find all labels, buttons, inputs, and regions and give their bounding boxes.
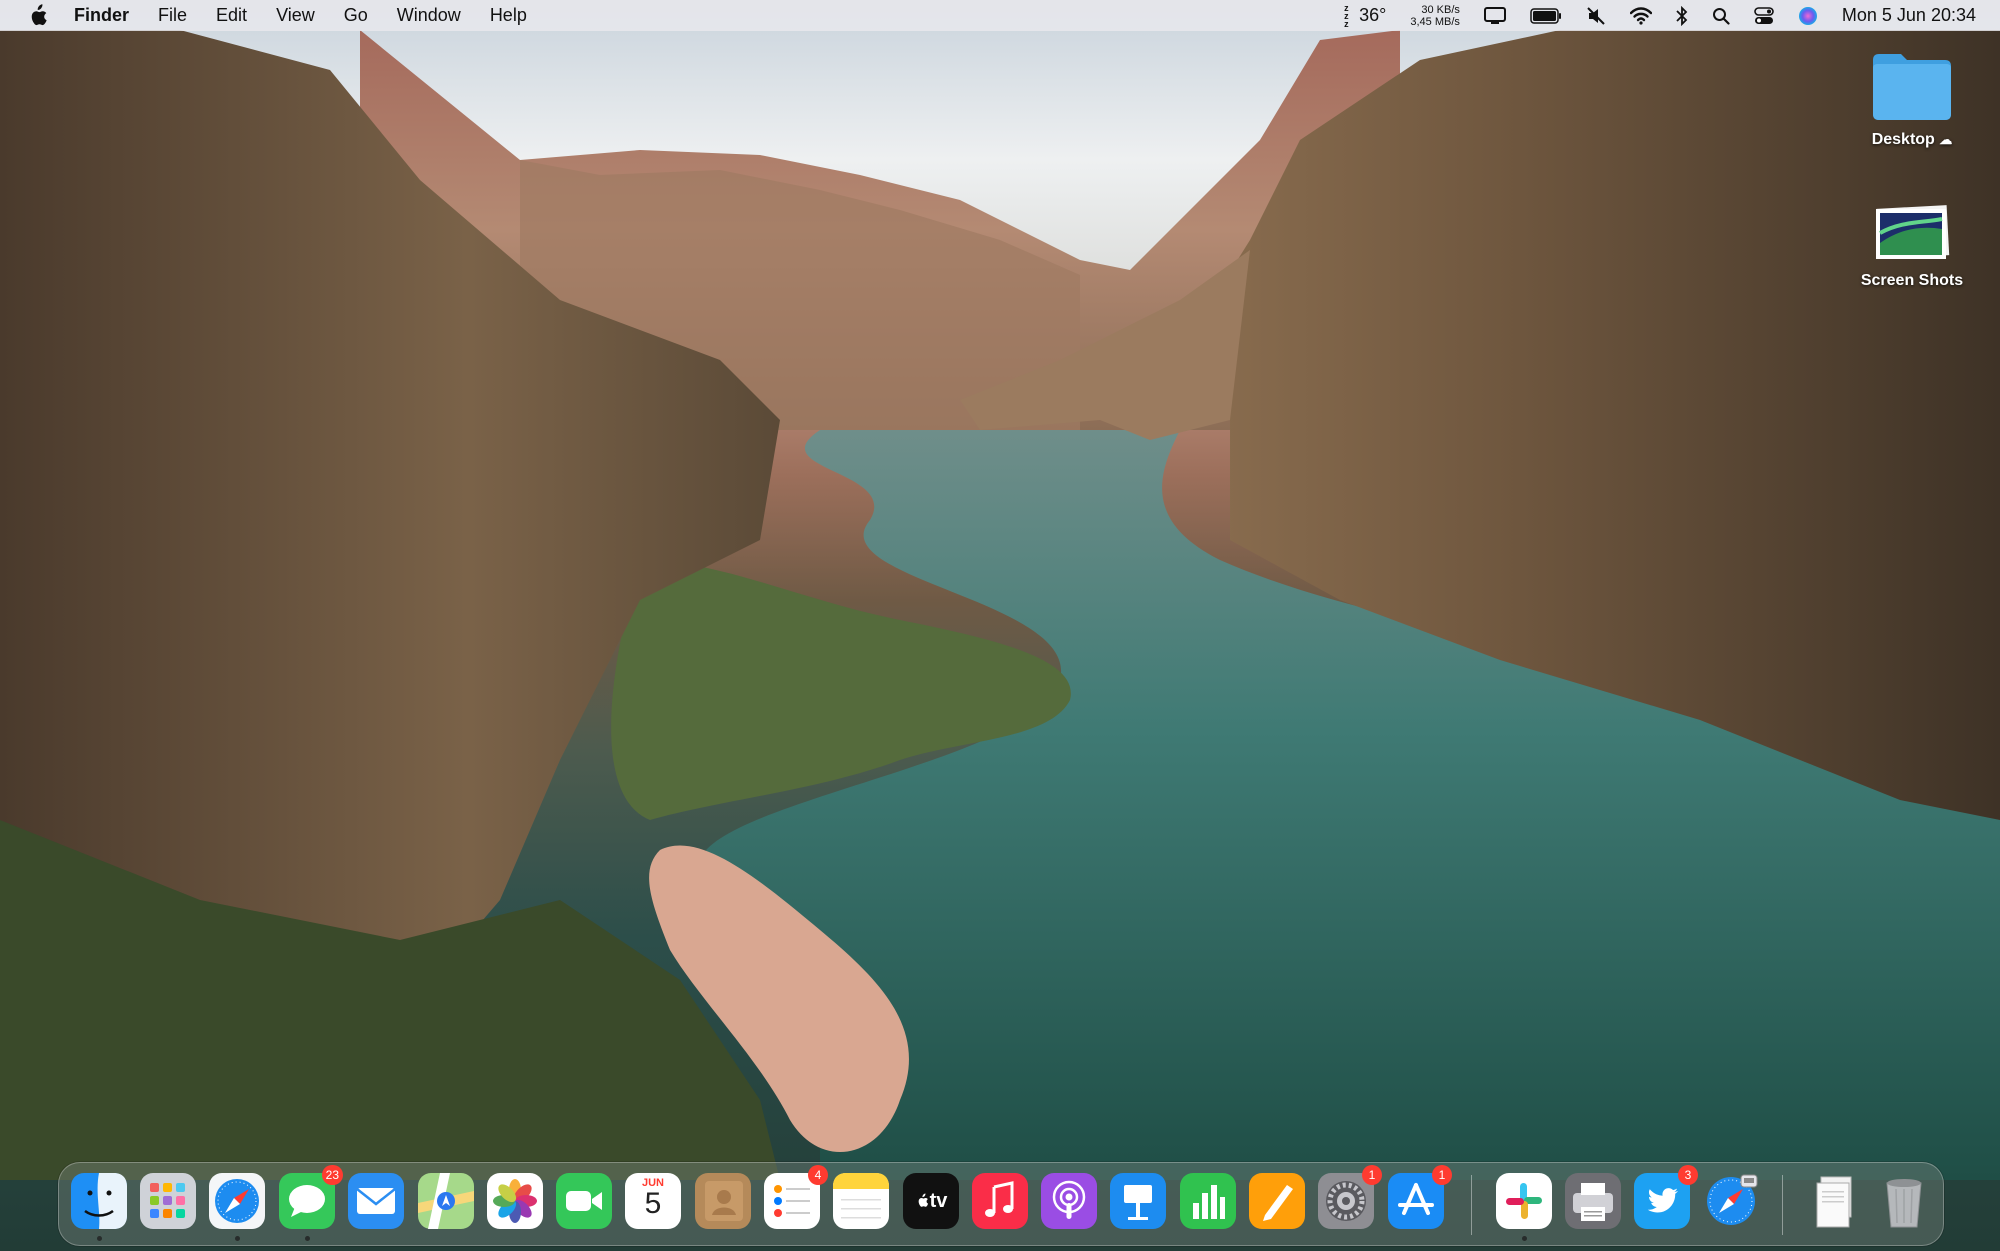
running-indicator [97, 1236, 102, 1241]
dock-maps[interactable] [418, 1173, 474, 1229]
menu-window[interactable]: Window [397, 5, 461, 26]
launchpad-icon [140, 1173, 196, 1229]
desktop-item-label: Desktop ☁ [1871, 131, 1953, 148]
net-download-speed: 3,45 MB/s [1410, 15, 1460, 28]
menu-clock[interactable]: Mon 5 Jun 20:34 [1842, 5, 1976, 26]
dock-mail[interactable] [348, 1173, 404, 1229]
music-icon [972, 1173, 1028, 1229]
podcasts-icon [1041, 1173, 1097, 1229]
menu-view[interactable]: View [276, 5, 315, 26]
dock-tv[interactable]: tv [903, 1173, 959, 1229]
desktop-wallpaper [0, 0, 2000, 1251]
running-indicator [305, 1236, 310, 1241]
image-thumbnail-icon [1876, 205, 1950, 259]
menu-bar: Finder File Edit View Go Window Help zzz… [0, 0, 2000, 31]
dock-podcasts[interactable] [1041, 1173, 1097, 1229]
dock-music[interactable] [972, 1173, 1028, 1229]
net-upload-speed: 30 KB/s [1421, 3, 1460, 16]
menu-file[interactable]: File [158, 5, 187, 26]
notification-badge: 3 [1678, 1165, 1698, 1185]
canyon-landscape [0, 0, 2000, 1180]
sound-muted-icon[interactable] [1586, 6, 1606, 26]
desktop-item-screen-shots[interactable]: Screen Shots [1847, 203, 1977, 290]
dock-slack[interactable] [1496, 1173, 1552, 1229]
dock-keynote[interactable] [1110, 1173, 1166, 1229]
safari-webapp-icon [1707, 1174, 1758, 1225]
siri-icon[interactable] [1798, 6, 1818, 26]
dock-numbers[interactable] [1180, 1173, 1236, 1229]
photos-icon [487, 1173, 543, 1229]
calendar-icon: JUN 5 [625, 1173, 681, 1229]
notification-badge: 1 [1432, 1165, 1452, 1185]
network-speed-monitor[interactable]: 30 KB/s 3,45 MB/s [1410, 4, 1460, 28]
dock-system-settings[interactable]: 1 [1318, 1165, 1382, 1229]
tv-label: tv [929, 1189, 948, 1212]
display-icon[interactable] [1483, 6, 1506, 25]
moon-zzz-icon: zzz [1344, 2, 1349, 29]
contacts-icon [695, 1173, 751, 1229]
menu-go[interactable]: Go [344, 5, 368, 26]
notification-badge: 1 [1362, 1165, 1382, 1185]
dock-calendar[interactable]: JUN 5 [625, 1173, 681, 1229]
dock-twitter[interactable]: 3 [1634, 1165, 1698, 1229]
dock: 23 JUN 5 4 tv 1 1 3 [58, 1162, 1944, 1246]
dock-pages[interactable] [1249, 1173, 1305, 1229]
dock-launchpad[interactable] [140, 1173, 196, 1229]
dock-trash[interactable] [1876, 1173, 1932, 1229]
dock-printer[interactable] [1565, 1173, 1621, 1229]
pages-icon [1249, 1173, 1305, 1229]
dock-photos[interactable] [487, 1173, 543, 1229]
wifi-icon[interactable] [1629, 6, 1652, 25]
spotlight-search-icon[interactable] [1712, 7, 1730, 25]
weather-temperature: 36° [1359, 5, 1387, 25]
folder-icon [1873, 54, 1951, 120]
safari-icon [209, 1173, 265, 1229]
weather-status[interactable]: zzz 36° [1344, 2, 1387, 29]
dock-messages[interactable]: 23 [279, 1165, 343, 1229]
menu-edit[interactable]: Edit [216, 5, 247, 26]
notification-badge: 23 [321, 1165, 343, 1185]
notes-icon [833, 1173, 889, 1229]
documents-stack-icon [1816, 1176, 1852, 1228]
running-indicator [1522, 1236, 1527, 1241]
running-indicator [235, 1236, 240, 1241]
apple-tv-icon: tv [903, 1173, 959, 1229]
dock-reminders[interactable]: 4 [764, 1165, 828, 1229]
calendar-day: 5 [644, 1187, 662, 1220]
maps-icon [418, 1173, 474, 1229]
keynote-icon [1110, 1173, 1166, 1229]
menu-app-name[interactable]: Finder [74, 5, 129, 26]
desktop-item-desktop-folder[interactable]: Desktop ☁ [1847, 50, 1977, 149]
facetime-icon [556, 1173, 612, 1229]
dock-notes[interactable] [833, 1173, 889, 1229]
dock-finder[interactable] [71, 1173, 127, 1229]
bluetooth-icon[interactable] [1676, 5, 1688, 26]
apple-logo-icon[interactable] [26, 3, 48, 28]
control-center-icon[interactable] [1754, 6, 1774, 25]
slack-icon [1506, 1183, 1542, 1219]
dock-documents-stack[interactable] [1807, 1173, 1863, 1229]
printer-icon [1565, 1173, 1621, 1229]
mail-icon [348, 1173, 404, 1229]
dock-separator [1471, 1175, 1472, 1235]
dock-separator [1782, 1175, 1783, 1235]
numbers-icon [1180, 1173, 1236, 1229]
icloud-icon: ☁ [1939, 132, 1953, 147]
finder-icon [71, 1173, 127, 1229]
battery-icon[interactable] [1530, 7, 1562, 24]
dock-safari-webapp[interactable] [1703, 1173, 1759, 1229]
dock-app-store[interactable]: 1 [1388, 1165, 1452, 1229]
menu-help[interactable]: Help [490, 5, 527, 26]
trash-icon [1886, 1179, 1922, 1228]
dock-safari[interactable] [209, 1173, 265, 1229]
dock-contacts[interactable] [695, 1173, 751, 1229]
notification-badge: 4 [808, 1165, 828, 1185]
desktop-item-label: Screen Shots [1860, 272, 1964, 289]
dock-facetime[interactable] [556, 1173, 612, 1229]
